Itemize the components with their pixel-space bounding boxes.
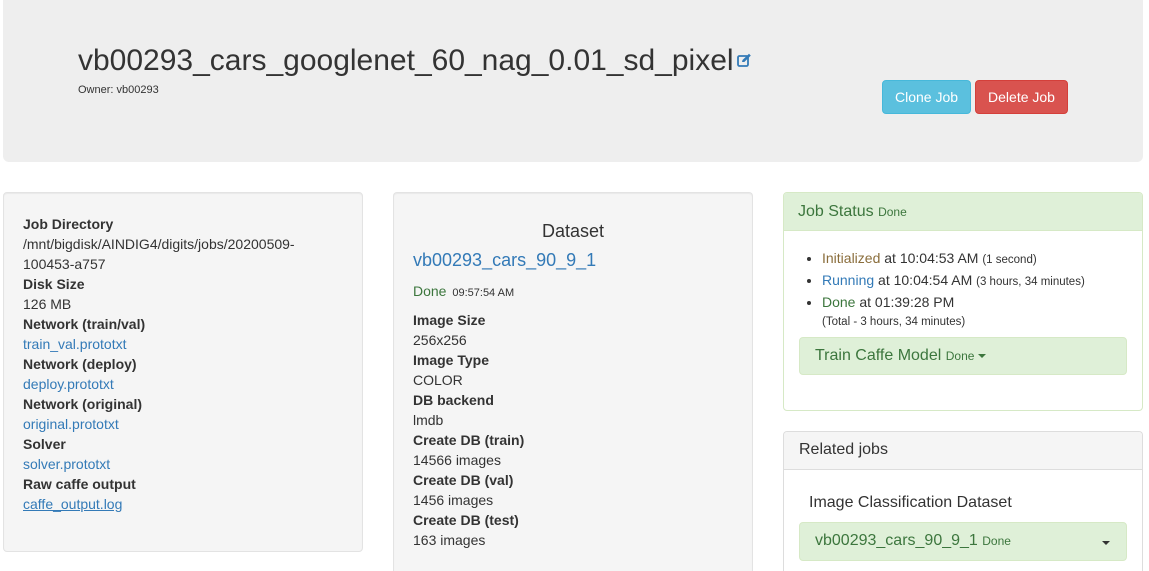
network-trainval-link[interactable]: train_val.prototxt (23, 334, 295, 354)
dataset-status: Done 09:57:54 AM (413, 283, 514, 299)
db-backend-label: DB backend (413, 392, 494, 408)
image-size-value: 256x256 (413, 332, 467, 348)
db-backend-value: lmdb (413, 412, 444, 428)
status-item: Done at 01:39:28 PM (822, 292, 1085, 312)
status-state: Initialized (822, 250, 881, 266)
dataset-panel: Dataset vb00293_cars_90_9_1 Done 09:57:5… (393, 192, 753, 571)
delete-job-button[interactable]: Delete Job (975, 80, 1068, 114)
create-db-val-value: 1456 images (413, 492, 494, 508)
status-duration: (1 second) (982, 254, 1037, 266)
job-header: vb00293_cars_googlenet_60_nag_0.01_sd_pi… (3, 0, 1143, 162)
create-db-val-label: Create DB (val) (413, 472, 514, 488)
raw-output-label: Raw caffe output (23, 476, 136, 492)
status-time: at 10:04:54 AM (878, 272, 973, 288)
network-trainval-label: Network (train/val) (23, 316, 146, 332)
dataset-name-link[interactable]: vb00293_cars_90_9_1 (413, 250, 596, 271)
related-jobs-title: Related jobs (784, 432, 1142, 470)
status-state: Running (822, 272, 875, 288)
caret-down-icon (1102, 541, 1110, 545)
job-directory-label: Job Directory (23, 216, 114, 232)
related-job-dropdown[interactable]: vb00293_cars_90_9_1 Done (799, 522, 1127, 561)
job-title-container: vb00293_cars_googlenet_60_nag_0.01_sd_pi… (78, 44, 752, 78)
solver-label: Solver (23, 436, 66, 452)
create-db-test-value: 163 images (413, 532, 486, 548)
status-state: Done (822, 294, 856, 310)
related-jobs-panel: Related jobs Image Classification Datase… (783, 431, 1143, 571)
job-status-badge: Done (878, 205, 907, 219)
status-duration: (3 hours, 34 minutes) (976, 276, 1085, 288)
network-original-label: Network (original) (23, 396, 143, 412)
status-total: (Total - 3 hours, 34 minutes) (822, 316, 966, 328)
job-info-panel: Job Directory /mnt/bigdisk/AINDIG4/digit… (3, 192, 363, 552)
dataset-status-label: Done (413, 283, 447, 299)
network-original-link[interactable]: original.prototxt (23, 414, 295, 434)
dataset-details: Image Size 256x256 Image Type COLOR DB b… (413, 310, 524, 550)
job-title: vb00293_cars_googlenet_60_nag_0.01_sd_pi… (78, 44, 734, 77)
dataset-heading: Dataset (541, 221, 605, 241)
job-status-header: Job Status Done (784, 193, 1142, 231)
image-type-label: Image Type (413, 352, 489, 368)
dataset-status-time: 09:57:54 AM (452, 287, 515, 299)
edit-icon[interactable] (736, 42, 752, 76)
disk-size-label: Disk Size (23, 276, 85, 292)
clone-job-button[interactable]: Clone Job (882, 80, 971, 114)
job-info-list: Job Directory /mnt/bigdisk/AINDIG4/digit… (23, 214, 295, 514)
train-task-dropdown[interactable]: Train Caffe Model Done (799, 337, 1127, 375)
network-deploy-label: Network (deploy) (23, 356, 137, 372)
related-job-status: Done (982, 534, 1011, 548)
job-status-panel: Job Status Done Initialized at 10:04:53 … (783, 192, 1143, 411)
network-deploy-link[interactable]: deploy.prototxt (23, 374, 295, 394)
job-directory-value-cont: 100453-a757 (23, 256, 106, 272)
job-directory-value: /mnt/bigdisk/AINDIG4/digits/jobs/2020050… (23, 236, 295, 252)
related-jobs-subheading: Image Classification Dataset (809, 494, 1012, 511)
create-db-test-label: Create DB (test) (413, 512, 519, 528)
train-task-status: Done (945, 349, 975, 363)
status-item: Initialized at 10:04:53 AM (1 second) (822, 248, 1085, 270)
raw-output-link[interactable]: caffe_output.log (23, 494, 295, 514)
solver-link[interactable]: solver.prototxt (23, 454, 295, 474)
caret-down-icon (978, 353, 987, 358)
status-time: at 10:04:53 AM (884, 250, 979, 266)
job-owner: Owner: vb00293 (78, 84, 159, 96)
status-item: Running at 10:04:54 AM (3 hours, 34 minu… (822, 270, 1085, 292)
train-task-label: Train Caffe Model (815, 347, 942, 364)
image-type-value: COLOR (413, 372, 463, 388)
job-status-title: Job Status (798, 203, 874, 220)
create-db-train-label: Create DB (train) (413, 432, 525, 448)
status-time: at 01:39:28 PM (859, 294, 955, 310)
image-size-label: Image Size (413, 312, 486, 328)
status-history: Initialized at 10:04:53 AM (1 second) Ru… (822, 248, 1085, 332)
disk-size-value: 126 MB (23, 296, 72, 312)
create-db-train-value: 14566 images (413, 452, 501, 468)
related-job-name: vb00293_cars_90_9_1 (815, 532, 978, 549)
